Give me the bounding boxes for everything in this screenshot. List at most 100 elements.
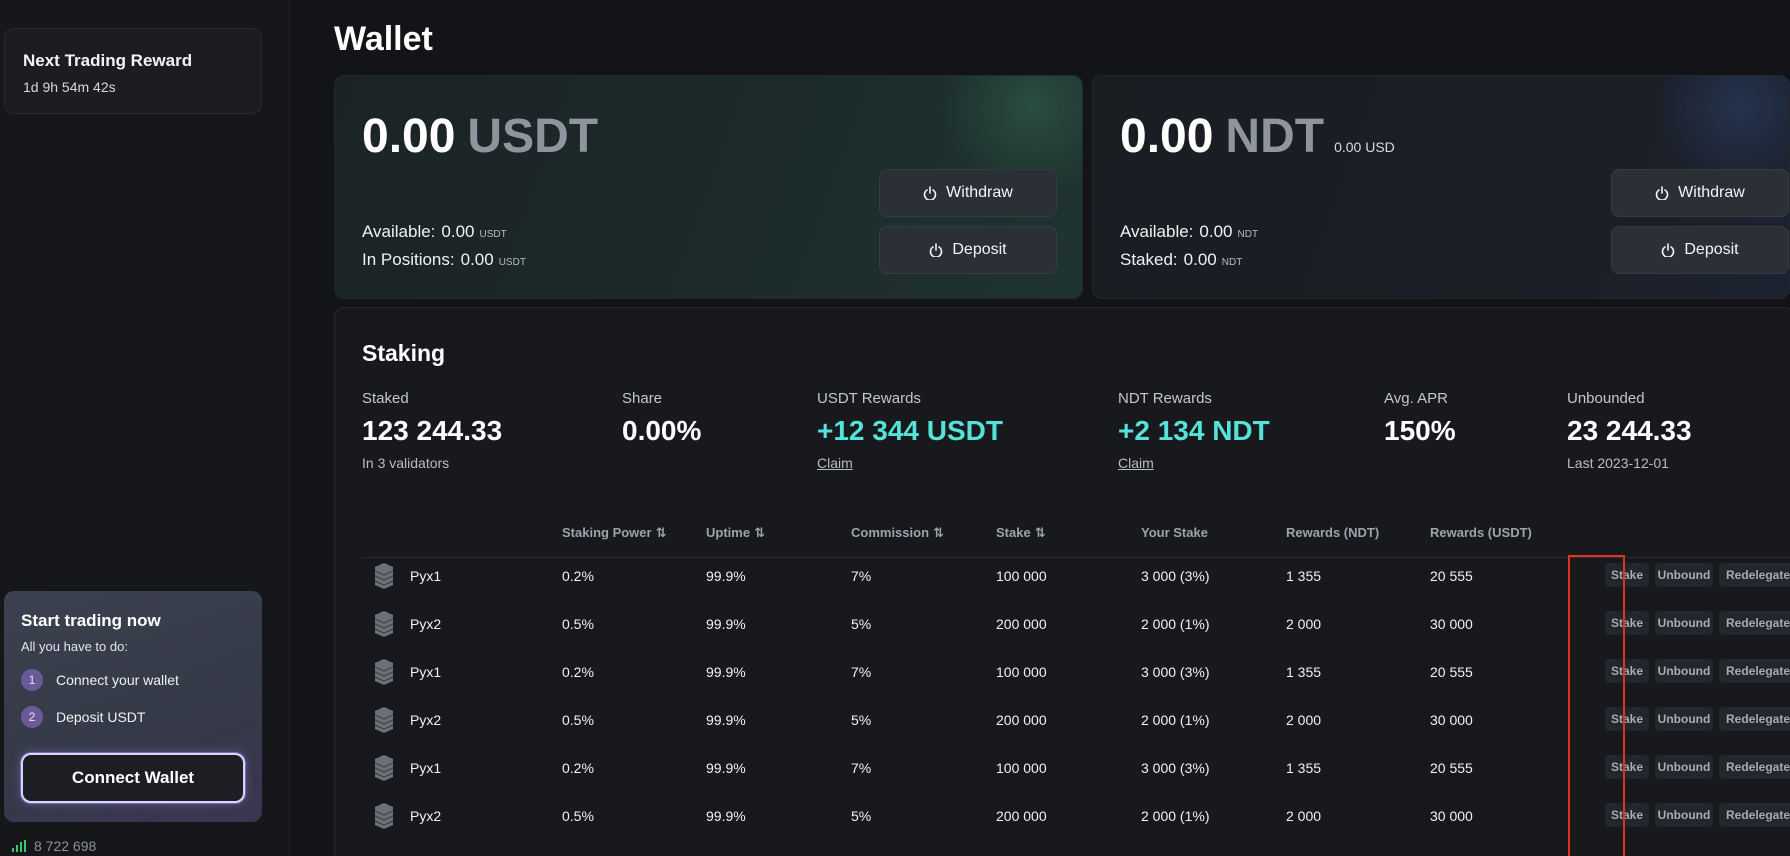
stat-unbounded-label: Unbounded bbox=[1567, 390, 1645, 407]
unbound-button[interactable]: Unbound bbox=[1655, 659, 1713, 683]
stat-avg-apr: Avg. APR 150% bbox=[1384, 390, 1456, 447]
app-root: Next Trading Reward 1d 9h 54m 42s Start … bbox=[0, 0, 1790, 856]
stake-button[interactable]: Stake bbox=[1605, 611, 1649, 635]
usdt-balance-amount: 0.00 bbox=[362, 110, 456, 163]
unbound-button[interactable]: Unbound bbox=[1655, 803, 1713, 827]
col-rewards-ndt: Rewards (NDT) bbox=[1286, 525, 1380, 540]
usdt-positions-label: In Positions: bbox=[362, 250, 455, 269]
stat-staked-label: Staked bbox=[362, 390, 409, 407]
claim-ndt-link[interactable]: Claim bbox=[1118, 455, 1154, 471]
usdt-withdraw-label: Withdraw bbox=[946, 184, 1013, 201]
ndt-balance-details: Available: 0.00 NDT Staked: 0.00 NDT bbox=[1120, 222, 1258, 278]
unbound-button[interactable]: Unbound bbox=[1655, 755, 1713, 779]
cell-stake: 200 000 bbox=[996, 616, 1047, 632]
withdraw-icon bbox=[1655, 186, 1669, 200]
cell-commission: 7% bbox=[851, 568, 872, 584]
validator-name: Pyx1 bbox=[410, 760, 442, 776]
col-uptime[interactable]: Uptime ⇅ bbox=[706, 525, 765, 541]
stake-button[interactable]: Stake bbox=[1605, 707, 1649, 731]
ndt-withdraw-button[interactable]: Withdraw bbox=[1611, 169, 1789, 217]
usdt-balance-details: Available: 0.00 USDT In Positions: 0.00 … bbox=[362, 222, 526, 278]
ndt-balance-amount: 0.00 bbox=[1120, 110, 1214, 163]
redelegate-button[interactable]: Redelegate bbox=[1719, 563, 1790, 587]
stake-button[interactable]: Stake bbox=[1605, 803, 1649, 827]
table-row: Pyx2 0.5% 99.9% 5% 200 000 2 000 (1%) 2 … bbox=[362, 600, 1790, 648]
ndt-staked-value: 0.00 bbox=[1183, 250, 1217, 269]
ndt-balance-total: 0.00 NDT 0.00 USD bbox=[1120, 109, 1395, 164]
validator-icon bbox=[374, 610, 394, 638]
ndt-deposit-label: Deposit bbox=[1684, 241, 1739, 258]
validator-icon bbox=[374, 754, 394, 782]
step-number-badge: 2 bbox=[21, 706, 43, 728]
cell-commission: 5% bbox=[851, 808, 872, 824]
unbound-button[interactable]: Unbound bbox=[1655, 611, 1713, 635]
cell-rewards-usdt: 20 555 bbox=[1430, 760, 1473, 776]
ndt-balance-card: 0.00 NDT 0.00 USD Available: 0.00 NDT St… bbox=[1092, 75, 1790, 299]
stat-usdt-rewards-label: USDT Rewards bbox=[817, 390, 921, 407]
connect-wallet-button[interactable]: Connect Wallet bbox=[21, 753, 245, 803]
redelegate-button[interactable]: Redelegate bbox=[1719, 611, 1790, 635]
stake-button[interactable]: Stake bbox=[1605, 659, 1649, 683]
redelegate-button[interactable]: Redelegate bbox=[1719, 755, 1790, 779]
ndt-deposit-button[interactable]: Deposit bbox=[1611, 226, 1789, 274]
stake-button[interactable]: Stake bbox=[1605, 755, 1649, 779]
unbound-button[interactable]: Unbound bbox=[1655, 707, 1713, 731]
redelegate-button[interactable]: Redelegate bbox=[1719, 659, 1790, 683]
table-row: Pyx2 0.5% 99.9% 5% 200 000 2 000 (1%) 2 … bbox=[362, 792, 1790, 840]
ndt-staked-line: Staked: 0.00 NDT bbox=[1120, 250, 1258, 270]
network-status-value: 8 722 698 bbox=[34, 838, 97, 854]
stat-share-value: 0.00% bbox=[622, 415, 702, 446]
col-commission[interactable]: Commission ⇅ bbox=[851, 525, 944, 541]
usdt-available-unit: USDT bbox=[479, 229, 507, 240]
cell-rewards-usdt: 30 000 bbox=[1430, 808, 1473, 824]
sort-icon: ⇅ bbox=[933, 525, 944, 540]
cell-your-stake: 3 000 (3%) bbox=[1141, 760, 1210, 776]
validator-name: Pyx2 bbox=[410, 616, 442, 632]
step-label: Deposit USDT bbox=[56, 709, 146, 725]
usdt-positions-value: 0.00 bbox=[460, 250, 494, 269]
stat-ndt-rewards-value: +2 134 NDT bbox=[1118, 415, 1270, 446]
cell-power: 0.5% bbox=[562, 712, 594, 728]
start-trading-card: Start trading now All you have to do: 1 … bbox=[4, 591, 262, 822]
table-row: Pyx1 0.2% 99.9% 7% 100 000 3 000 (3%) 1 … bbox=[362, 744, 1790, 792]
page-title: Wallet bbox=[334, 20, 433, 58]
col-stake[interactable]: Stake ⇅ bbox=[996, 525, 1046, 541]
usdt-deposit-button[interactable]: Deposit bbox=[879, 226, 1057, 274]
step-connect-wallet: 1 Connect your wallet bbox=[21, 669, 245, 691]
cell-rewards-usdt: 20 555 bbox=[1430, 664, 1473, 680]
sort-icon: ⇅ bbox=[655, 525, 667, 540]
ndt-staked-unit: NDT bbox=[1221, 257, 1243, 268]
stake-button[interactable]: Stake bbox=[1605, 563, 1649, 587]
usdt-withdraw-button[interactable]: Withdraw bbox=[879, 169, 1057, 217]
cell-commission: 5% bbox=[851, 616, 872, 632]
usdt-positions-line: In Positions: 0.00 USDT bbox=[362, 250, 526, 270]
unbound-button[interactable]: Unbound bbox=[1655, 563, 1713, 587]
cell-rewards-ndt: 1 355 bbox=[1286, 760, 1322, 776]
deposit-icon bbox=[1661, 243, 1675, 257]
table-row: Pyx1 0.2% 99.9% 7% 100 000 3 000 (3%) 1 … bbox=[362, 552, 1790, 600]
cell-uptime: 99.9% bbox=[706, 712, 746, 728]
cell-your-stake: 2 000 (1%) bbox=[1141, 616, 1210, 632]
claim-usdt-link[interactable]: Claim bbox=[817, 455, 853, 471]
usdt-available-line: Available: 0.00 USDT bbox=[362, 222, 526, 242]
step-label: Connect your wallet bbox=[56, 672, 179, 688]
cell-rewards-ndt: 2 000 bbox=[1286, 712, 1322, 728]
cell-rewards-ndt: 2 000 bbox=[1286, 808, 1322, 824]
stat-share-label: Share bbox=[622, 390, 663, 407]
start-trading-title: Start trading now bbox=[21, 611, 161, 630]
cell-uptime: 99.9% bbox=[706, 664, 746, 680]
col-rewards-usdt: Rewards (USDT) bbox=[1430, 525, 1532, 540]
validator-icon bbox=[374, 562, 394, 590]
col-staking-power[interactable]: Staking Power ⇅ bbox=[562, 525, 666, 541]
cell-your-stake: 3 000 (3%) bbox=[1141, 568, 1210, 584]
validator-name: Pyx1 bbox=[410, 568, 442, 584]
next-reward-countdown: 1d 9h 54m 42s bbox=[23, 79, 116, 95]
cell-power: 0.5% bbox=[562, 808, 594, 824]
stat-unbounded: Unbounded 23 244.33 Last 2023-12-01 bbox=[1567, 390, 1692, 471]
stat-share: Share 0.00% bbox=[622, 390, 701, 447]
redelegate-button[interactable]: Redelegate bbox=[1719, 803, 1790, 827]
table-row: Pyx2 0.5% 99.9% 5% 200 000 2 000 (1%) 2 … bbox=[362, 696, 1790, 744]
usdt-deposit-label: Deposit bbox=[952, 241, 1007, 258]
cell-power: 0.2% bbox=[562, 568, 594, 584]
redelegate-button[interactable]: Redelegate bbox=[1719, 707, 1790, 731]
